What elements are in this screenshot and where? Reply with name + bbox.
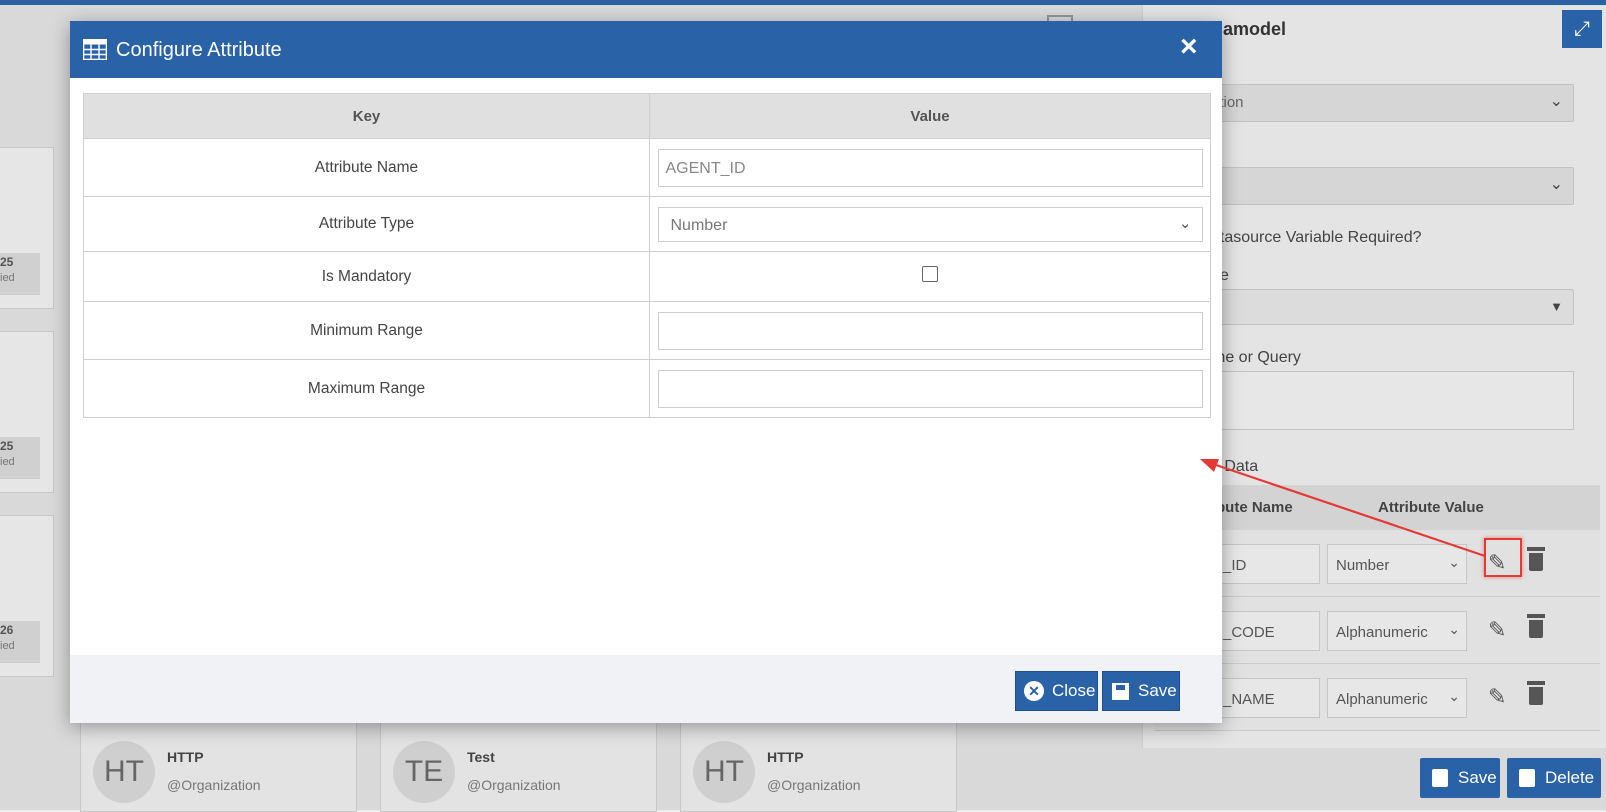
save-icon bbox=[1112, 682, 1129, 700]
card-count-label: ied bbox=[0, 640, 15, 652]
tile-org: @Organization bbox=[767, 777, 861, 793]
chevron-down-icon: ⌄ bbox=[1549, 176, 1563, 193]
attribute-type-value: Number bbox=[1336, 557, 1390, 574]
row-key: Attribute Type bbox=[83, 196, 650, 252]
modal-header: Configure Attribute × bbox=[70, 21, 1222, 78]
close-icon[interactable]: × bbox=[1180, 32, 1198, 62]
card-count: 25 ied bbox=[0, 437, 40, 479]
tile-name: Test bbox=[467, 749, 495, 765]
row-key: Minimum Range bbox=[83, 301, 650, 360]
panel-delete-label: Delete bbox=[1545, 768, 1595, 787]
avatar: TE bbox=[393, 741, 455, 803]
header-value: Value bbox=[649, 93, 1211, 139]
tile-org: @Organization bbox=[467, 777, 561, 793]
background-card: 25 ied bbox=[0, 331, 54, 493]
background-tile[interactable]: TE Test @Organization bbox=[380, 720, 657, 812]
edit-highlight-box bbox=[1484, 538, 1522, 577]
close-button-label: Close bbox=[1052, 681, 1096, 700]
trash-icon[interactable] bbox=[1527, 681, 1545, 705]
card-count-number: 25 bbox=[0, 439, 14, 453]
chevron-down-icon: ⌄ bbox=[1178, 214, 1192, 232]
panel-delete-button[interactable]: Delete bbox=[1507, 758, 1601, 798]
pencil-icon[interactable]: ✎ bbox=[1488, 684, 1506, 710]
table-row: Attribute Type Number ⌄ bbox=[83, 196, 1211, 252]
attribute-type-value: Alphanumeric bbox=[1336, 624, 1428, 641]
trash-icon[interactable] bbox=[1527, 547, 1545, 571]
chevron-down-icon: ⌄ bbox=[1448, 688, 1460, 704]
card-count-number: 26 bbox=[0, 623, 14, 637]
attribute-config-table: Key Value Attribute Name AGENT_ID Attrib… bbox=[83, 93, 1211, 418]
expand-icon: ⤢ bbox=[1574, 17, 1590, 40]
expand-button[interactable]: ⤢ bbox=[1562, 10, 1602, 48]
table-row: Minimum Range bbox=[83, 301, 1211, 360]
row-key: Is Mandatory bbox=[83, 251, 650, 302]
card-count-label: ied bbox=[0, 272, 15, 284]
chevron-down-icon: ⌄ bbox=[1448, 554, 1460, 570]
caret-down-icon: ▼ bbox=[1550, 299, 1563, 314]
attribute-type-select[interactable]: Alphanumeric ⌄ bbox=[1327, 611, 1467, 651]
avatar: HT bbox=[693, 741, 755, 803]
attribute-type-select[interactable]: Alphanumeric ⌄ bbox=[1327, 678, 1467, 718]
tile-name: HTTP bbox=[167, 749, 204, 765]
avatar: HT bbox=[93, 741, 155, 803]
close-button[interactable]: ✕ Close bbox=[1015, 671, 1098, 711]
table-row: Attribute Name AGENT_ID bbox=[83, 138, 1211, 197]
save-button-label: Save bbox=[1138, 681, 1177, 700]
attribute-type-value: Number bbox=[670, 216, 728, 234]
modal-title: Configure Attribute bbox=[116, 39, 282, 61]
attribute-type-select[interactable]: Number ⌄ bbox=[1327, 544, 1467, 584]
query-label: me or Query bbox=[1212, 349, 1301, 366]
pencil-icon[interactable]: ✎ bbox=[1488, 617, 1506, 643]
card-count-number: 25 bbox=[0, 255, 14, 269]
close-circle-icon: ✕ bbox=[1024, 681, 1044, 701]
row-key: Maximum Range bbox=[83, 359, 650, 418]
background-card: 26 ied bbox=[0, 515, 54, 677]
panel-save-label: Save bbox=[1458, 768, 1497, 787]
minimum-range-input[interactable] bbox=[657, 311, 1203, 350]
attribute-type-select[interactable]: Number ⌄ bbox=[657, 206, 1203, 242]
background-tile[interactable]: HT HTTP @Organization bbox=[680, 720, 957, 812]
panel-save-button[interactable]: Save bbox=[1420, 758, 1500, 798]
card-count-label: ied bbox=[0, 456, 15, 468]
datasource-variable-label: atasource Variable Required? bbox=[1211, 229, 1422, 246]
save-icon bbox=[1432, 769, 1448, 787]
background-tile[interactable]: HT HTTP @Organization bbox=[80, 720, 357, 812]
attribute-type-value: Alphanumeric bbox=[1336, 691, 1428, 708]
row-key: Attribute Name bbox=[83, 138, 650, 197]
attribute-name-input[interactable]: AGENT_ID bbox=[657, 148, 1203, 187]
table-row: Is Mandatory bbox=[83, 251, 1211, 302]
maximum-range-input[interactable] bbox=[657, 369, 1203, 408]
save-button[interactable]: Save bbox=[1102, 671, 1180, 711]
trash-icon bbox=[1519, 769, 1535, 787]
background-card: 25 ied bbox=[0, 147, 54, 309]
table-row: Maximum Range bbox=[83, 359, 1211, 418]
header-attribute-value: Attribute Value bbox=[1378, 499, 1484, 516]
table-icon bbox=[83, 39, 107, 60]
trash-icon[interactable] bbox=[1527, 614, 1545, 638]
panel-title: amodel bbox=[1223, 19, 1287, 39]
card-count: 26 ied bbox=[0, 621, 40, 663]
chevron-down-icon: ⌄ bbox=[1448, 621, 1460, 637]
header-key: Key bbox=[83, 93, 650, 139]
card-count: 25 ied bbox=[0, 253, 40, 295]
configure-attribute-modal: Configure Attribute × Key Value Attribut… bbox=[70, 21, 1222, 723]
tile-org: @Organization bbox=[167, 777, 261, 793]
chevron-down-icon: ⌄ bbox=[1549, 93, 1563, 110]
mandatory-checkbox[interactable] bbox=[922, 266, 938, 282]
tile-name: HTTP bbox=[767, 749, 804, 765]
